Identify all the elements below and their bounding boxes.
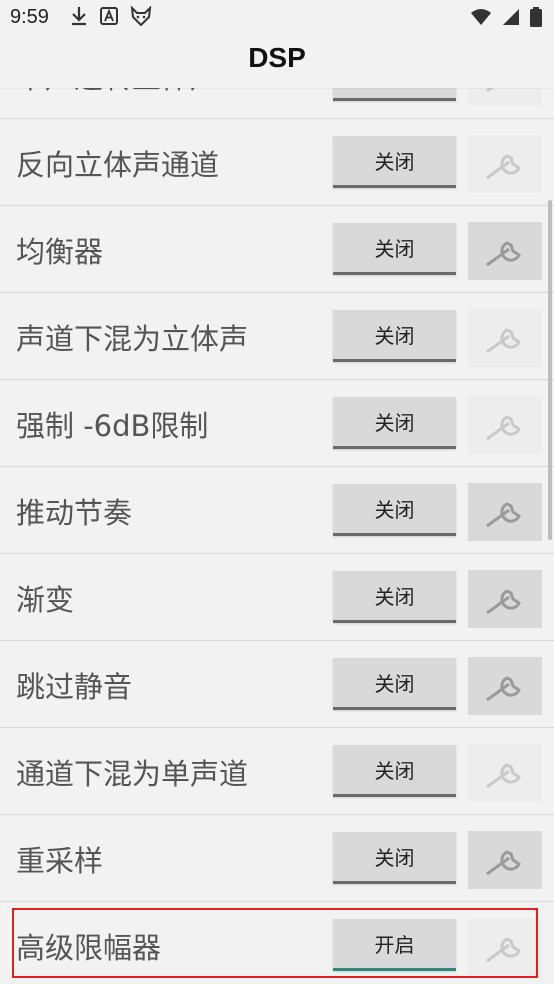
signal-icon <box>503 9 519 25</box>
toggle-button[interactable]: 关闭 <box>333 136 456 188</box>
wrench-settings-button[interactable] <box>468 918 542 976</box>
wrench-settings-button[interactable] <box>468 831 542 889</box>
wrench-icon <box>486 763 521 789</box>
wrench-icon <box>486 241 521 267</box>
toggle-button[interactable]: 开启 <box>333 919 456 971</box>
toggle-button[interactable]: 关闭 <box>333 832 456 884</box>
dsp-screen: 单声道转立体声 关闭 反向立体声通道 关闭 均衡器 关闭 声道下混为立体声 关闭 <box>0 0 554 984</box>
wrench-settings-button[interactable] <box>468 744 542 802</box>
item-label: 跳过静音 <box>16 670 133 704</box>
toggle-button[interactable]: 关闭 <box>333 397 456 449</box>
toggle-button[interactable]: 关闭 <box>333 745 456 797</box>
wrench-settings-button[interactable] <box>468 309 542 367</box>
list-item-advanced-limiter: 高级限幅器 开启 <box>0 902 554 984</box>
toggle-button[interactable]: 关闭 <box>333 571 456 623</box>
wrench-icon <box>486 502 521 528</box>
wrench-icon <box>486 850 521 876</box>
wrench-icon <box>486 676 521 702</box>
list-item-downmix-mono: 通道下混为单声道 关闭 <box>0 728 554 815</box>
scrollbar[interactable] <box>548 200 552 540</box>
wrench-settings-button[interactable] <box>468 222 542 280</box>
item-label: 反向立体声通道 <box>16 148 220 182</box>
list-item-fade: 渐变 关闭 <box>0 554 554 641</box>
wrench-settings-button[interactable] <box>468 657 542 715</box>
download-icon <box>72 7 86 26</box>
text-a-icon <box>100 7 118 25</box>
list-item-reverse-stereo: 反向立体声通道 关闭 <box>0 119 554 206</box>
app-bar: DSP <box>0 36 554 88</box>
item-label: 通道下混为单声道 <box>16 757 249 791</box>
wifi-icon <box>471 9 491 25</box>
item-label: 声道下混为立体声 <box>16 322 249 356</box>
dsp-effects-list: 单声道转立体声 关闭 反向立体声通道 关闭 均衡器 关闭 声道下混为立体声 关闭 <box>0 32 554 984</box>
item-label: 重采样 <box>16 844 104 878</box>
item-label: 高级限幅器 <box>16 931 162 965</box>
wrench-icon <box>486 589 521 615</box>
list-item-downmix-stereo: 声道下混为立体声 关闭 <box>0 293 554 380</box>
status-bar: 9:59 <box>0 0 554 36</box>
wrench-icon <box>486 415 521 441</box>
fox-icon <box>130 6 152 26</box>
wrench-settings-button[interactable] <box>468 135 542 193</box>
list-item-skip-silence: 跳过静音 关闭 <box>0 641 554 728</box>
toggle-button[interactable]: 关闭 <box>333 223 456 275</box>
list-item-force-6db-limit: 强制 -6dB限制 关闭 <box>0 380 554 467</box>
item-label: 强制 -6dB限制 <box>16 409 209 443</box>
item-label: 均衡器 <box>16 235 104 269</box>
wrench-settings-button[interactable] <box>468 570 542 628</box>
item-label: 渐变 <box>16 583 75 617</box>
toggle-button[interactable]: 关闭 <box>333 484 456 536</box>
toggle-button[interactable]: 关闭 <box>333 658 456 710</box>
status-time: 9:59 <box>10 6 49 28</box>
wrench-settings-button[interactable] <box>468 396 542 454</box>
wrench-settings-button[interactable] <box>468 483 542 541</box>
item-label: 推动节奏 <box>16 496 133 530</box>
list-item-tempo: 推动节奏 关闭 <box>0 467 554 554</box>
wrench-icon <box>486 154 521 180</box>
list-item-resample: 重采样 关闭 <box>0 815 554 902</box>
list-item-equalizer: 均衡器 关闭 <box>0 206 554 293</box>
toggle-button[interactable]: 关闭 <box>333 310 456 362</box>
wrench-icon <box>486 328 521 354</box>
battery-icon <box>530 7 542 27</box>
wrench-icon <box>486 937 521 963</box>
page-title: DSP <box>248 42 306 73</box>
